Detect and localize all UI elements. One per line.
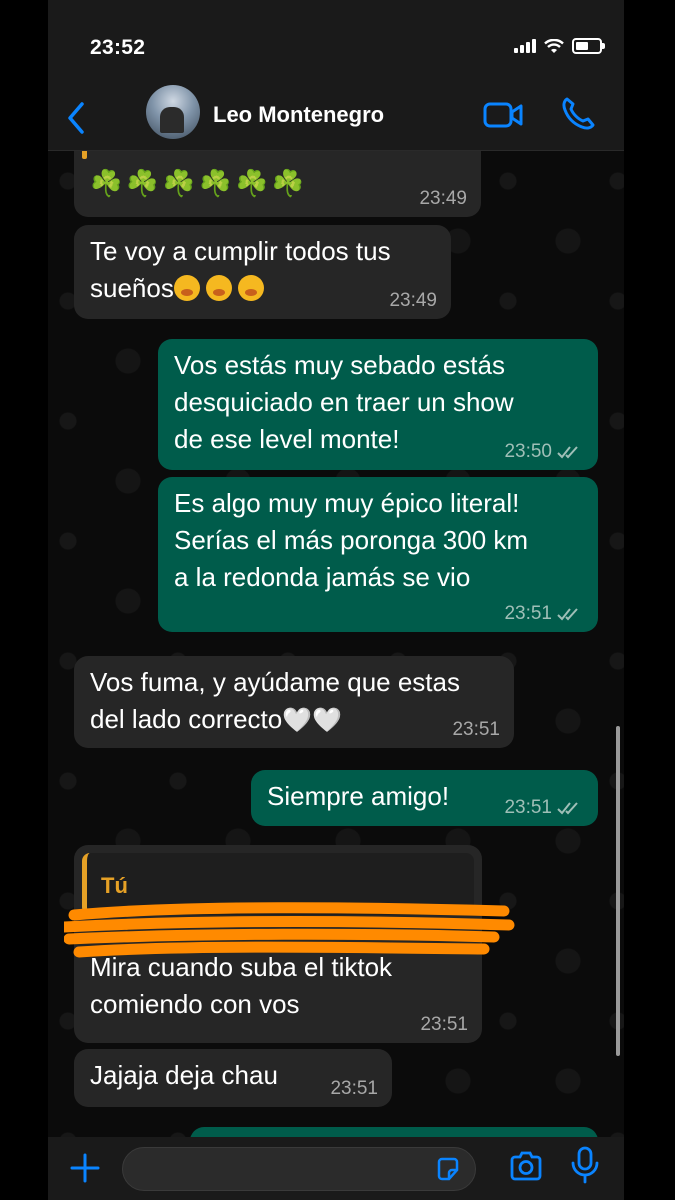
message-outgoing[interactable]: Es algo muy muy épico literal! Serías el… <box>158 477 598 632</box>
message-text-line: Serías el más poronga 300 km <box>174 525 529 555</box>
message-time: 23:51 <box>504 797 552 818</box>
status-bar: 23:52 <box>48 0 624 90</box>
video-call-icon[interactable] <box>482 98 524 132</box>
message-meta: 23:51 <box>452 720 500 740</box>
white-heart-icon: 🤍🤍 <box>282 707 342 734</box>
yawning-face-icon <box>173 275 200 301</box>
contact-name[interactable]: Leo Montenegro <box>213 102 384 128</box>
message-text-line: del lado correcto🤍🤍 <box>90 704 342 734</box>
plus-icon[interactable] <box>68 1151 102 1185</box>
mic-icon[interactable] <box>568 1145 602 1185</box>
status-time: 23:52 <box>90 36 146 59</box>
wifi-icon <box>544 38 564 53</box>
message-incoming[interactable]: Jajaja deja chau 23:51 <box>74 1049 392 1107</box>
camera-icon[interactable] <box>508 1149 544 1185</box>
message-text-line: sueños <box>90 270 435 307</box>
message-time: 23:51 <box>452 719 500 740</box>
message-outgoing-partial[interactable] <box>190 1127 598 1137</box>
double-check-icon <box>557 802 578 815</box>
double-check-icon <box>557 446 578 459</box>
message-time: 23:49 <box>389 290 437 311</box>
message-time: 23:49 <box>419 188 467 209</box>
message-incoming[interactable]: ☘️☘️☘️☘️☘️☘️ 23:49 <box>74 151 481 217</box>
message-incoming[interactable]: Te voy a cumplir todos tus sueños 23:49 <box>74 225 451 319</box>
message-meta: 23:51 <box>420 1015 468 1035</box>
sticker-icon[interactable] <box>435 1156 461 1182</box>
message-text-line: Es algo muy muy épico literal! <box>174 488 520 518</box>
message-meta: 23:49 <box>389 291 437 311</box>
message-meta: 23:50 <box>504 442 584 462</box>
input-bar <box>48 1137 624 1200</box>
message-meta: 23:51 <box>504 798 584 818</box>
message-text: ☘️☘️☘️☘️☘️☘️ <box>90 168 309 198</box>
message-body: Mira cuando suba el tiktok comiendo con … <box>90 949 392 1023</box>
message-text-line: Te voy a cumplir todos tus <box>90 236 391 266</box>
message-input[interactable] <box>122 1147 476 1191</box>
message-text-line: Vos fuma, y ayúdame que estas <box>90 667 460 697</box>
yawning-face-icon <box>205 275 232 301</box>
message-incoming[interactable]: Tú Mira cuando suba el tiktok comiendo c… <box>64 845 515 1043</box>
avatar[interactable] <box>146 85 200 139</box>
back-chevron-icon[interactable] <box>62 98 92 138</box>
yawning-face-icon <box>237 275 264 301</box>
chat-header: Leo Montenegro <box>48 85 624 151</box>
message-text-line: a la redonda jamás se vio <box>174 562 471 592</box>
phone-icon[interactable] <box>558 94 598 134</box>
message-time: 23:50 <box>504 441 552 462</box>
message-time: 23:51 <box>504 603 552 624</box>
message-time: 23:51 <box>330 1078 378 1099</box>
battery-icon <box>572 38 605 54</box>
message-meta: 23:51 <box>504 604 584 624</box>
message-text-line: desquiciado en traer un show <box>174 387 514 417</box>
double-check-icon <box>557 608 578 621</box>
message-meta: 23:49 <box>419 189 467 209</box>
message-text-line: comiendo con vos <box>90 989 300 1019</box>
message-text-line: Vos estás muy sebado estás <box>174 350 505 380</box>
message-meta: 23:51 <box>330 1079 378 1099</box>
message-outgoing[interactable]: Siempre amigo! 23:51 <box>251 770 598 826</box>
scrollbar[interactable] <box>616 726 620 1056</box>
message-incoming[interactable]: Vos fuma, y ayúdame que estas del lado c… <box>74 656 514 748</box>
signal-icon <box>514 39 536 53</box>
message-time: 23:51 <box>420 1014 468 1035</box>
chat-area[interactable]: ☘️☘️☘️☘️☘️☘️ 23:49 Te voy a cumplir todo… <box>48 151 624 1137</box>
message-outgoing[interactable]: Vos estás muy sebado estás desquiciado e… <box>158 339 598 470</box>
status-icons <box>514 38 605 54</box>
reply-accent-bar <box>82 151 87 159</box>
message-text-line: Mira cuando suba el tiktok <box>90 952 393 982</box>
